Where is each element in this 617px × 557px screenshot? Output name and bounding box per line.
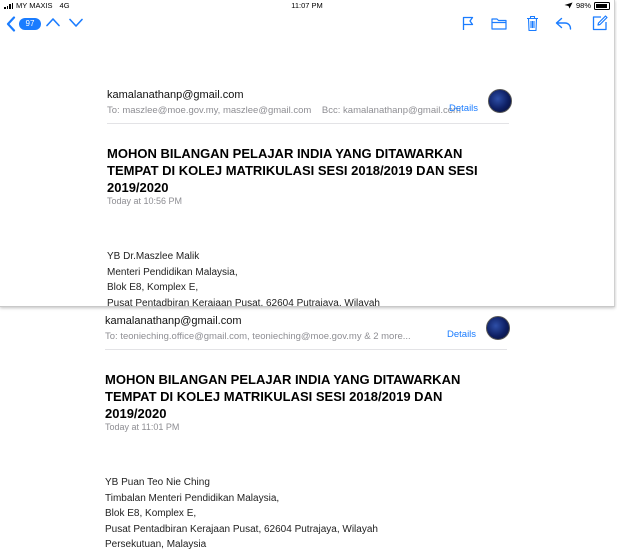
clock: 11:07 PM (291, 1, 323, 10)
down-arrow-icon[interactable] (69, 18, 83, 28)
subject-line: 2019/2020 (107, 180, 169, 195)
body-line: Pusat Pentadbiran Kerajaan Pusat, 62604 … (107, 297, 380, 307)
subject-line: 2019/2020 (105, 406, 167, 421)
trash-icon[interactable] (526, 15, 539, 32)
divider (107, 123, 509, 124)
subject-line: MOHON BILANGAN PELAJAR INDIA YANG DITAWA… (107, 146, 463, 161)
to-label: To: (107, 105, 120, 116)
back-icon[interactable] (6, 16, 16, 32)
avatar (488, 89, 512, 113)
to-label: To: (105, 331, 118, 342)
subject-line: TEMPAT DI KOLEJ MATRIKULASI SESI 2018/20… (107, 163, 478, 178)
subject-line: MOHON BILANGAN PELAJAR INDIA YANG DITAWA… (105, 372, 461, 387)
body-line: Menteri Pendidikan Malaysia, (107, 266, 238, 278)
body-line: Blok E8, Komplex E, (107, 282, 199, 293)
unread-count-badge[interactable]: 97 (19, 18, 41, 30)
to-recipients[interactable]: maszlee@moe.gov.my, maszlee@gmail.com (122, 105, 311, 116)
battery-percent: 98% (575, 1, 591, 10)
body-line: YB Dr.Maszlee Malik (107, 251, 200, 262)
divider (105, 349, 507, 350)
body-line: Blok E8, Komplex E, (105, 508, 197, 519)
email-subject: MOHON BILANGAN PELAJAR INDIA YANG DITAWA… (105, 371, 485, 422)
bcc-recipients[interactable]: kamalanathanp@gmail.com (343, 105, 461, 116)
details-link[interactable]: Details (449, 103, 478, 114)
body-line: Persekutuan, Malaysia (105, 539, 207, 550)
email-header: kamalanathanp@gmail.com To: teonieching.… (105, 315, 411, 342)
bcc-label: Bcc: (321, 105, 341, 116)
status-right: 98% (564, 1, 610, 10)
body-line: Pusat Pentadbiran Kerajaan Pusat, 62604 … (105, 523, 378, 535)
subject-line: TEMPAT DI KOLEJ MATRIKULASI SESI 2018/20… (105, 389, 443, 404)
avatar (486, 316, 510, 340)
email-body: YB Puan Teo Nie Ching Timbalan Menteri P… (105, 475, 378, 553)
location-icon (564, 2, 573, 9)
sender-address[interactable]: kamalanathanp@gmail.com (107, 89, 461, 101)
reply-icon[interactable] (555, 17, 572, 30)
sender-address[interactable]: kamalanathanp@gmail.com (105, 315, 411, 327)
details-link[interactable]: Details (447, 329, 476, 340)
battery-icon (594, 1, 610, 10)
email-view-first: MY MAXIS 4G 11:07 PM 98% 97 kamalanathan… (0, 0, 615, 307)
body-line: Timbalan Menteri Pendidikan Malaysia, (105, 492, 280, 504)
recipients-line: To: teonieching.office@gmail.com, teonie… (105, 331, 411, 342)
status-bar: MY MAXIS 4G 11:07 PM 98% (0, 0, 614, 10)
mail-toolbar: 97 (0, 12, 614, 36)
recipients-line: To: maszlee@moe.gov.my, maszlee@gmail.co… (107, 105, 461, 116)
to-recipients[interactable]: teonieching.office@gmail.com, teoniechin… (120, 331, 410, 342)
email-body: YB Dr.Maszlee Malik Menteri Pendidikan M… (107, 249, 380, 307)
email-date: Today at 10:56 PM (107, 196, 183, 206)
email-subject: MOHON BILANGAN PELAJAR INDIA YANG DITAWA… (107, 145, 507, 196)
compose-icon[interactable] (592, 15, 608, 31)
body-line: YB Puan Teo Nie Ching (105, 477, 210, 488)
flag-icon[interactable] (462, 16, 474, 31)
email-date: Today at 11:01 PM (105, 422, 180, 432)
email-header: kamalanathanp@gmail.com To: maszlee@moe.… (107, 89, 461, 116)
up-arrow-icon[interactable] (46, 17, 60, 27)
folder-icon[interactable] (491, 17, 507, 30)
